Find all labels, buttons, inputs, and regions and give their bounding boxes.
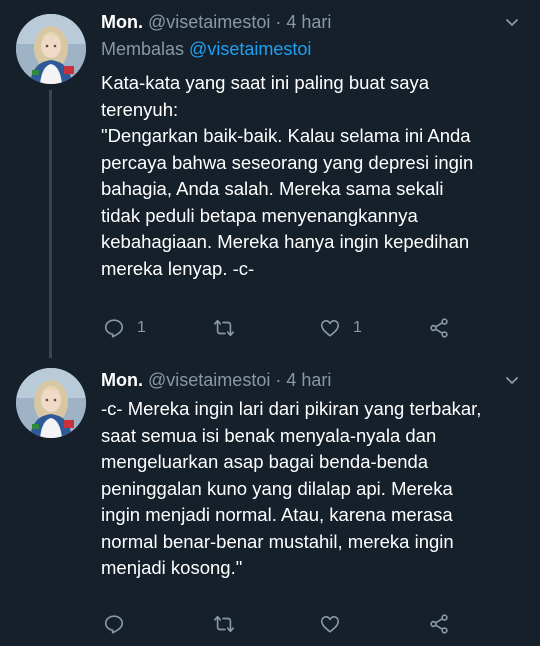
chevron-down-icon[interactable] (504, 14, 520, 30)
like-count: 1 (353, 319, 362, 336)
tweet-header: Mon. @visetaimestoi · 4 hari (101, 368, 520, 392)
reply-prefix: Membalas (101, 39, 185, 59)
tweet[interactable]: Mon. @visetaimestoi · 4 hari Membalas @v… (0, 0, 540, 358)
separator: · (275, 12, 282, 32)
tweet[interactable]: Mon. @visetaimestoi · 4 hari -c- Mereka … (0, 358, 540, 646)
heart-icon (320, 320, 340, 337)
tweet-text: Kata-kata yang saat ini paling buat saya… (101, 72, 474, 279)
share-button[interactable] (428, 316, 450, 340)
reply-icon (104, 319, 124, 338)
retweet-icon (214, 615, 234, 633)
timestamp[interactable]: 4 hari (286, 12, 331, 32)
user-handle[interactable]: @visetaimestoi (148, 12, 270, 32)
like-button[interactable] (319, 612, 353, 636)
reply-button[interactable]: 1 (103, 316, 146, 340)
tweet-text: -c- Mereka ingin lari dari pikiran yang … (101, 398, 482, 578)
chevron-down-icon[interactable] (504, 372, 520, 388)
share-icon (430, 318, 448, 338)
tweet-actions (101, 612, 461, 636)
retweet-icon (214, 319, 234, 337)
avatar[interactable] (16, 14, 86, 84)
retweet-button[interactable] (213, 612, 247, 636)
heart-icon (320, 616, 340, 633)
display-name[interactable]: Mon. (101, 370, 143, 390)
tweet-actions: 1 1 (101, 316, 461, 340)
retweet-button[interactable] (213, 316, 247, 340)
reply-button[interactable] (103, 612, 137, 636)
reply-count: 1 (137, 319, 146, 336)
user-handle[interactable]: @visetaimestoi (148, 370, 270, 390)
timestamp[interactable]: 4 hari (286, 370, 331, 390)
separator: · (275, 370, 282, 390)
reply-icon (104, 615, 124, 634)
replying-to: Membalas @visetaimestoi (101, 36, 311, 62)
avatar[interactable] (16, 368, 86, 438)
like-button[interactable]: 1 (319, 316, 362, 340)
share-icon (430, 614, 448, 634)
share-button[interactable] (428, 612, 450, 636)
thread-line (49, 90, 52, 358)
reply-mention[interactable]: @visetaimestoi (189, 39, 311, 59)
display-name[interactable]: Mon. (101, 12, 143, 32)
tweet-header: Mon. @visetaimestoi · 4 hari (101, 10, 520, 34)
